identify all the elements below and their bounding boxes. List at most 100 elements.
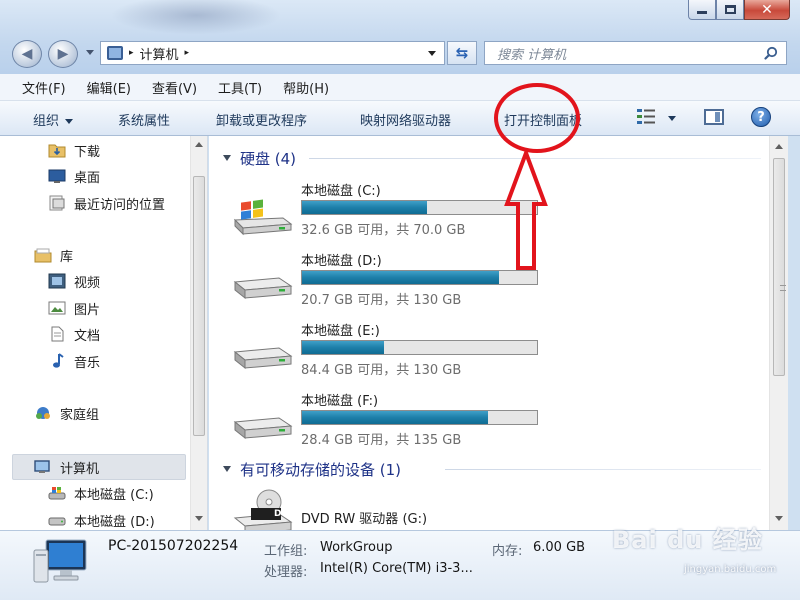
system-properties-button[interactable]: 系统属性	[118, 110, 170, 129]
preview-pane-icon[interactable]	[704, 109, 724, 125]
drive-f[interactable]: 本地磁盘 (F:) 28.4 GB 可用，共 135 GB	[231, 390, 551, 456]
scroll-thumb[interactable]	[193, 176, 205, 436]
drive-usage-bar	[301, 270, 538, 285]
workgroup-value: WorkGroup	[320, 540, 393, 555]
nav-item-documents[interactable]: 文档	[48, 323, 100, 345]
nav-item-homegroup[interactable]: 家庭组	[34, 402, 99, 424]
nav-item-downloads[interactable]: 下载	[48, 139, 100, 161]
help-icon[interactable]: ?	[751, 107, 771, 127]
drive-usage-bar	[301, 340, 538, 355]
search-box[interactable]: 搜索 计算机	[484, 41, 787, 65]
address-history-dropdown[interactable]	[428, 51, 436, 56]
forward-arrow-icon: ▶	[57, 46, 69, 62]
windows-drive-icon	[233, 199, 293, 236]
change-view-icon[interactable]	[636, 108, 656, 126]
menu-tools[interactable]: 工具(T)	[218, 78, 262, 97]
scroll-thumb[interactable]	[773, 158, 786, 376]
minimize-icon	[697, 11, 707, 14]
group-divider	[445, 469, 761, 470]
hard-drive-icon	[48, 517, 66, 526]
nav-item-libraries[interactable]: 库	[34, 244, 73, 266]
nav-item-drive-d[interactable]: 本地磁盘 (D:)	[48, 509, 155, 530]
breadcrumb-separator[interactable]: ▸	[129, 48, 134, 58]
nav-item-pictures[interactable]: 图片	[48, 297, 100, 319]
document-library-icon	[51, 326, 64, 342]
menu-file[interactable]: 文件(F)	[22, 78, 66, 97]
maximize-button[interactable]	[716, 0, 744, 20]
group-header-removable[interactable]: 有可移动存储的设备 (1)	[223, 458, 401, 480]
desktop-icon	[48, 169, 66, 183]
nav-item-music[interactable]: 音乐	[48, 350, 100, 372]
libraries-folder-icon	[34, 248, 52, 263]
menu-view[interactable]: 查看(V)	[152, 78, 197, 97]
pc-name: PC-201507202254	[108, 538, 239, 554]
processor-label: 处理器:	[264, 565, 308, 580]
map-network-drive-button[interactable]: 映射网络驱动器	[360, 110, 451, 129]
nav-label: 最近访问的位置	[74, 197, 166, 213]
content-scrollbar[interactable]	[769, 136, 788, 530]
group-header-hard-disks[interactable]: 硬盘 (4)	[223, 147, 296, 169]
refresh-icon: ⇆	[455, 44, 469, 62]
back-arrow-icon: ◀	[21, 46, 33, 62]
drive-c[interactable]: 本地磁盘 (C:) 32.6 GB 可用，共 70.0 GB	[231, 180, 551, 246]
scroll-up-arrow-icon[interactable]	[195, 142, 203, 147]
nav-label: 本地磁盘 (D:)	[74, 514, 155, 530]
windows-drive-icon	[48, 487, 66, 500]
scroll-down-arrow-icon[interactable]	[195, 516, 203, 521]
nav-label: 桌面	[74, 170, 101, 186]
nav-item-computer[interactable]: 计算机	[34, 456, 99, 478]
drive-usage-fill	[302, 341, 385, 354]
drive-usage-fill	[302, 271, 500, 284]
annotation-ellipse	[494, 83, 580, 153]
uninstall-program-button[interactable]: 卸载或更改程序	[216, 110, 307, 129]
search-icon[interactable]	[764, 46, 778, 60]
close-button[interactable]: ✕	[744, 0, 790, 20]
memory-label: 内存:	[492, 544, 523, 559]
nav-item-desktop[interactable]: 桌面	[48, 165, 100, 187]
main-content: 硬盘 (4) 本地磁盘 (C:) 32.6 GB 可用，共 70.0 GB 本地…	[209, 136, 769, 530]
processor-value: Intel(R) Core(TM) i3-3...	[320, 561, 473, 576]
recent-pages-dropdown[interactable]	[86, 50, 94, 55]
collapse-group-icon[interactable]	[223, 155, 231, 161]
drive-g-dvd[interactable]: DVD DVD RW 驱动器 (G:)	[231, 486, 551, 530]
menu-edit[interactable]: 编辑(E)	[87, 78, 131, 97]
back-button[interactable]: ◀	[12, 40, 42, 68]
scroll-down-arrow-icon[interactable]	[775, 516, 783, 521]
drive-e[interactable]: 本地磁盘 (E:) 84.4 GB 可用，共 130 GB	[231, 320, 551, 386]
chevron-down-icon	[65, 119, 74, 124]
nav-label: 家庭组	[60, 407, 100, 423]
view-options-dropdown[interactable]	[668, 116, 676, 121]
nav-item-drive-c[interactable]: 本地磁盘 (C:)	[48, 482, 154, 504]
organize-button[interactable]: 组织	[33, 110, 74, 129]
drive-name: DVD RW 驱动器 (G:)	[301, 512, 428, 527]
nav-item-videos[interactable]: 视频	[48, 270, 100, 292]
drive-name: 本地磁盘 (D:)	[301, 254, 382, 269]
drive-space-info: 28.4 GB 可用，共 135 GB	[301, 433, 462, 448]
breadcrumb-computer[interactable]: 计算机	[140, 44, 179, 63]
dvd-badge: DVD	[274, 509, 296, 519]
nav-label: 库	[60, 249, 74, 265]
scroll-up-arrow-icon[interactable]	[775, 144, 783, 149]
hard-drive-icon	[233, 277, 293, 300]
drive-space-info: 32.6 GB 可用，共 70.0 GB	[301, 223, 466, 238]
menu-help[interactable]: 帮助(H)	[283, 78, 329, 97]
drive-d[interactable]: 本地磁盘 (D:) 20.7 GB 可用，共 130 GB	[231, 250, 551, 316]
collapse-group-icon[interactable]	[223, 466, 231, 472]
group-header-label: 有可移动存储的设备 (1)	[240, 460, 402, 479]
drive-usage-fill	[302, 411, 488, 424]
address-bar[interactable]: ▸ 计算机 ▸	[100, 41, 445, 65]
watermark-logo: Bai du 经验	[612, 526, 763, 554]
forward-button[interactable]: ▶	[48, 40, 78, 68]
refresh-button[interactable]: ⇆	[447, 41, 477, 65]
breadcrumb-separator[interactable]: ▸	[185, 48, 190, 58]
nav-item-recent-places[interactable]: 最近访问的位置	[48, 192, 165, 214]
minimize-button[interactable]	[688, 0, 716, 20]
menu-bar: 文件(F) 编辑(E) 查看(V) 工具(T) 帮助(H)	[0, 74, 800, 101]
search-placeholder[interactable]: 搜索 计算机	[497, 44, 566, 63]
navigation-pane: 下载 桌面 最近访问的位置 库 视频 图片 文档 音乐 家庭组 计算机 本地磁盘…	[0, 136, 208, 530]
organize-label: 组织	[33, 114, 60, 129]
nav-label: 下载	[74, 144, 101, 160]
drive-space-info: 20.7 GB 可用，共 130 GB	[301, 293, 462, 308]
nav-scrollbar[interactable]	[190, 136, 207, 530]
drive-space-info: 84.4 GB 可用，共 130 GB	[301, 363, 462, 378]
